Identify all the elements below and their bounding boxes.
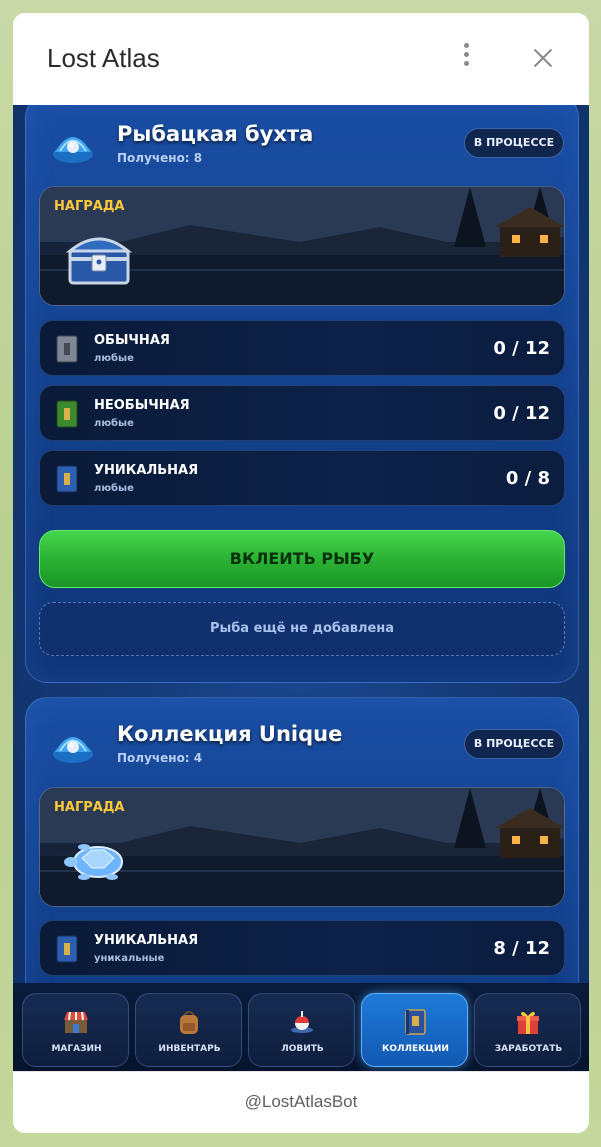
requirement-row: ОБЫЧНАЯ любые 0 / 12 bbox=[39, 320, 565, 376]
reward-panel: НАГРАДА bbox=[39, 787, 565, 907]
glue-fish-button[interactable]: ВКЛЕИТЬ РЫБУ bbox=[39, 530, 565, 588]
title-bar: Lost Atlas bbox=[13, 13, 589, 105]
nav-inventory[interactable]: ИНВЕНТАРЬ bbox=[135, 993, 242, 1067]
footer: @LostAtlasBot bbox=[13, 1071, 589, 1133]
more-menu-icon[interactable] bbox=[459, 43, 473, 73]
collection-book-icon bbox=[405, 1009, 426, 1035]
nav-label: МАГАЗИН bbox=[51, 1044, 102, 1054]
blue-book-icon bbox=[56, 465, 78, 493]
requirement-row: УНИКАЛЬНАЯ любые 0 / 8 bbox=[39, 450, 565, 506]
rarity-progress: 0 / 12 bbox=[493, 403, 550, 424]
pearl-shell-icon bbox=[53, 737, 93, 763]
rarity-kind: любые bbox=[94, 483, 134, 494]
blue-book-icon bbox=[56, 935, 78, 963]
nav-label: КОЛЛЕКЦИИ bbox=[382, 1044, 449, 1054]
requirement-row: НЕОБЫЧНАЯ любые 0 / 12 bbox=[39, 385, 565, 441]
app-content[interactable]: Рыбацкая бухта Получено: 8 В ПРОЦЕССЕ НА… bbox=[13, 105, 589, 1071]
rarity-name: УНИКАЛЬНАЯ bbox=[94, 933, 199, 948]
rarity-name: ОБЫЧНАЯ bbox=[94, 333, 170, 348]
nav-fish[interactable]: ЛОВИТЬ bbox=[248, 993, 355, 1067]
rarity-name: УНИКАЛЬНАЯ bbox=[94, 463, 199, 478]
status-badge: В ПРОЦЕССЕ bbox=[464, 128, 564, 158]
received-count: Получено: 8 bbox=[117, 151, 203, 165]
nav-collections[interactable]: КОЛЛЕКЦИИ bbox=[361, 993, 468, 1067]
nav-earn[interactable]: ЗАРАБОТАТЬ bbox=[474, 993, 581, 1067]
rarity-kind: уникальные bbox=[94, 953, 165, 964]
nav-label: ЗАРАБОТАТЬ bbox=[494, 1044, 563, 1054]
collection-title: Коллекция Unique bbox=[117, 722, 343, 746]
nav-label: ЛОВИТЬ bbox=[281, 1044, 324, 1054]
rarity-name: НЕОБЫЧНАЯ bbox=[94, 398, 190, 413]
collection-card: Рыбацкая бухта Получено: 8 В ПРОЦЕССЕ НА… bbox=[25, 105, 579, 683]
rarity-progress: 0 / 12 bbox=[493, 338, 550, 359]
gray-book-icon bbox=[56, 335, 78, 363]
collection-title: Рыбацкая бухта bbox=[117, 122, 314, 146]
rarity-progress: 0 / 8 bbox=[505, 468, 550, 489]
reward-panel: НАГРАДА bbox=[39, 186, 565, 306]
requirement-row: УНИКАЛЬНАЯ уникальные 8 / 12 bbox=[39, 920, 565, 976]
reward-label: НАГРАДА bbox=[54, 199, 125, 214]
rarity-progress: 8 / 12 bbox=[493, 938, 550, 959]
mini-app-window: Lost Atlas Рыбацкая бухта Получено: 8 В … bbox=[13, 13, 589, 1133]
shop-icon bbox=[64, 1011, 88, 1033]
close-icon[interactable] bbox=[530, 45, 556, 71]
pearl-shell-icon bbox=[53, 137, 93, 163]
nav-shop[interactable]: МАГАЗИН bbox=[22, 993, 129, 1067]
received-count: Получено: 4 bbox=[117, 751, 203, 765]
status-badge: В ПРОЦЕССЕ bbox=[464, 729, 564, 759]
bot-username[interactable]: @LostAtlasBot bbox=[13, 1092, 589, 1112]
rarity-kind: любые bbox=[94, 418, 134, 429]
backpack-icon bbox=[180, 1011, 198, 1034]
fishing-bobber-icon bbox=[291, 1011, 313, 1033]
bottom-nav: МАГАЗИН ИНВЕНТАРЬ ЛОВИТЬ КОЛЛЕКЦИИ ЗАРАБ… bbox=[13, 983, 589, 1071]
empty-state: Рыба ещё не добавлена bbox=[39, 602, 565, 656]
nav-label: ИНВЕНТАРЬ bbox=[158, 1044, 221, 1054]
rarity-kind: любые bbox=[94, 353, 134, 364]
window-title: Lost Atlas bbox=[47, 43, 160, 73]
green-book-icon bbox=[56, 400, 78, 428]
treasure-chest-icon bbox=[65, 237, 133, 285]
crystal-turtle-icon bbox=[64, 844, 123, 880]
gift-icon bbox=[517, 1011, 539, 1034]
reward-label: НАГРАДА bbox=[54, 800, 125, 815]
